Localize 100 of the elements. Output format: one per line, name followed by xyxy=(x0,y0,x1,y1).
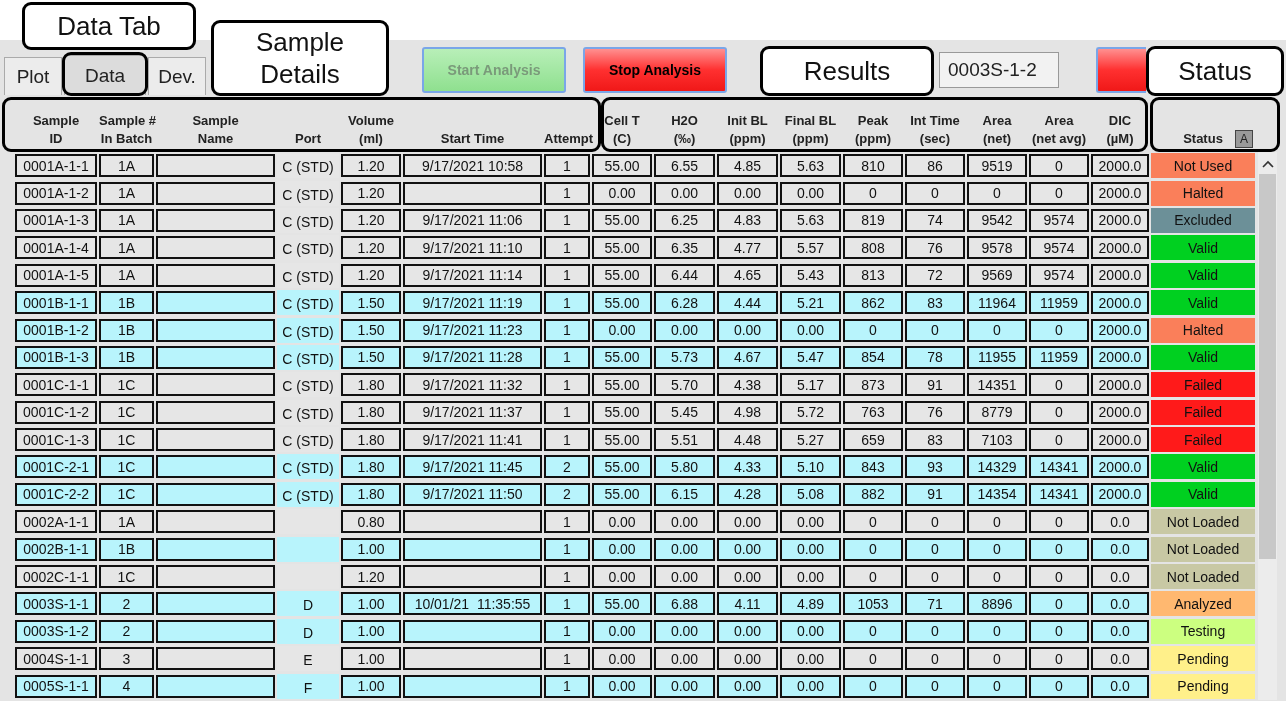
table-cell: 5.08 xyxy=(780,482,841,506)
table-cell: 9/17/2021 11:06 xyxy=(403,208,542,232)
table-cell: 1 xyxy=(544,592,590,616)
table-cell: 55.00 xyxy=(592,428,652,452)
table-cell: 5.63 xyxy=(780,154,841,178)
scroll-up-icon[interactable] xyxy=(1261,160,1274,168)
table-cell: 2 xyxy=(544,482,590,506)
table-cell: 8896 xyxy=(967,592,1027,616)
table-cell: 55.00 xyxy=(592,291,652,315)
status-cell: Pending xyxy=(1151,673,1255,699)
sample-id-field[interactable]: 0003S-1-2 xyxy=(939,52,1059,88)
table-cell: 0 xyxy=(1029,181,1089,205)
column-header: Sample # In Batch xyxy=(99,113,157,146)
status-cell: Excluded xyxy=(1151,207,1255,233)
table-cell: 9/17/2021 10:58 xyxy=(403,154,542,178)
table-cell: 6.15 xyxy=(654,482,715,506)
table-cell: 1 xyxy=(544,428,590,452)
callout-label: Status xyxy=(1146,46,1284,96)
callout-label: Sample Details xyxy=(211,20,389,96)
table-cell: 0.00 xyxy=(654,537,715,561)
table-cell: 1 xyxy=(544,674,590,698)
tab[interactable]: Data xyxy=(64,55,146,95)
table-cell: 0.00 xyxy=(592,647,652,671)
table-cell: 11955 xyxy=(967,345,1027,369)
table-cell: 4.77 xyxy=(717,236,778,260)
alarm-button[interactable] xyxy=(1096,47,1146,93)
table-cell: 0 xyxy=(905,647,965,671)
table-cell: 9574 xyxy=(1029,236,1089,260)
table-cell: 5.73 xyxy=(654,345,715,369)
table-cell: 659 xyxy=(843,428,903,452)
table-cell: 5.80 xyxy=(654,455,715,479)
table-cell: 1 xyxy=(544,345,590,369)
table-cell: 0.00 xyxy=(654,318,715,342)
table-cell: 55.00 xyxy=(592,154,652,178)
table-cell: 1C xyxy=(99,482,154,506)
table-cell: 1C xyxy=(99,428,154,452)
table-cell: 0 xyxy=(1029,537,1089,561)
table-cell: 0001A-1-4 xyxy=(15,236,97,260)
table-cell: 1B xyxy=(99,345,154,369)
status-toggle-button[interactable]: A xyxy=(1235,130,1253,148)
tab[interactable]: Plot xyxy=(4,57,62,95)
table-cell: 0.00 xyxy=(654,619,715,643)
table-cell: 0005S-1-1 xyxy=(15,674,97,698)
table-cell: 0 xyxy=(967,537,1027,561)
status-cell: Failed xyxy=(1151,427,1255,453)
table-cell: 0 xyxy=(967,674,1027,698)
table-cell: 0 xyxy=(967,619,1027,643)
tab[interactable]: Dev. xyxy=(148,57,206,95)
table-cell: 2000.0 xyxy=(1091,236,1149,260)
table-cell: 0 xyxy=(1029,619,1089,643)
table-cell: 76 xyxy=(905,236,965,260)
column-header: H2O (‰) xyxy=(671,113,698,146)
table-cell: 1 xyxy=(544,181,590,205)
table-cell: 1 xyxy=(544,647,590,671)
column-header: DIC (µM) xyxy=(1106,113,1134,146)
table-cell: 1C xyxy=(99,455,154,479)
table-cell: 843 xyxy=(843,455,903,479)
table-cell: 5.10 xyxy=(780,455,841,479)
table-cell: 1.80 xyxy=(341,455,401,479)
table-cell: 0.00 xyxy=(780,674,841,698)
table-cell: 0003S-1-1 xyxy=(15,592,97,616)
column-header: Sample Name xyxy=(192,113,239,146)
table-cell: 2 xyxy=(99,592,154,616)
table-cell: 11959 xyxy=(1029,345,1089,369)
table-cell: 0.0 xyxy=(1091,537,1149,561)
table-cell: C (STD) xyxy=(277,290,339,316)
table-cell: 5.43 xyxy=(780,263,841,287)
table-cell: 0.00 xyxy=(592,318,652,342)
table-cell: 5.63 xyxy=(780,208,841,232)
status-cell: Valid xyxy=(1151,235,1255,261)
table-cell: 2000.0 xyxy=(1091,318,1149,342)
table-cell: 0 xyxy=(967,318,1027,342)
table-cell: 0 xyxy=(905,537,965,561)
status-cell: Pending xyxy=(1151,646,1255,672)
callout-label: Results xyxy=(760,46,934,96)
table-cell: 0.0 xyxy=(1091,565,1149,589)
table-cell: 0 xyxy=(967,565,1027,589)
table-cell: 55.00 xyxy=(592,345,652,369)
table-cell: 1.50 xyxy=(341,345,401,369)
table-cell: 2 xyxy=(544,455,590,479)
table-cell: 76 xyxy=(905,400,965,424)
table-cell: 4 xyxy=(99,674,154,698)
table-cell: 0001A-1-5 xyxy=(15,263,97,287)
table-cell: 1C xyxy=(99,373,154,397)
column-header: Final BL (ppm) xyxy=(784,113,837,146)
table-cell: 882 xyxy=(843,482,903,506)
scrollbar[interactable] xyxy=(1258,152,1277,700)
table-cell: 0003S-1-2 xyxy=(15,619,97,643)
scroll-thumb[interactable] xyxy=(1259,174,1276,559)
table-cell: D xyxy=(277,618,339,644)
table-cell: 2000.0 xyxy=(1091,291,1149,315)
table-cell: 0.00 xyxy=(654,674,715,698)
table-cell: 4.89 xyxy=(780,592,841,616)
table-cell: 819 xyxy=(843,208,903,232)
table-cell: 9/17/2021 11:23 xyxy=(403,318,542,342)
table-cell: 0002A-1-1 xyxy=(15,510,97,534)
table-cell: 1A xyxy=(99,510,154,534)
column-header: Attempt xyxy=(544,131,594,146)
table-cell: 0.00 xyxy=(780,619,841,643)
stop-analysis-button[interactable]: Stop Analysis xyxy=(583,47,727,93)
